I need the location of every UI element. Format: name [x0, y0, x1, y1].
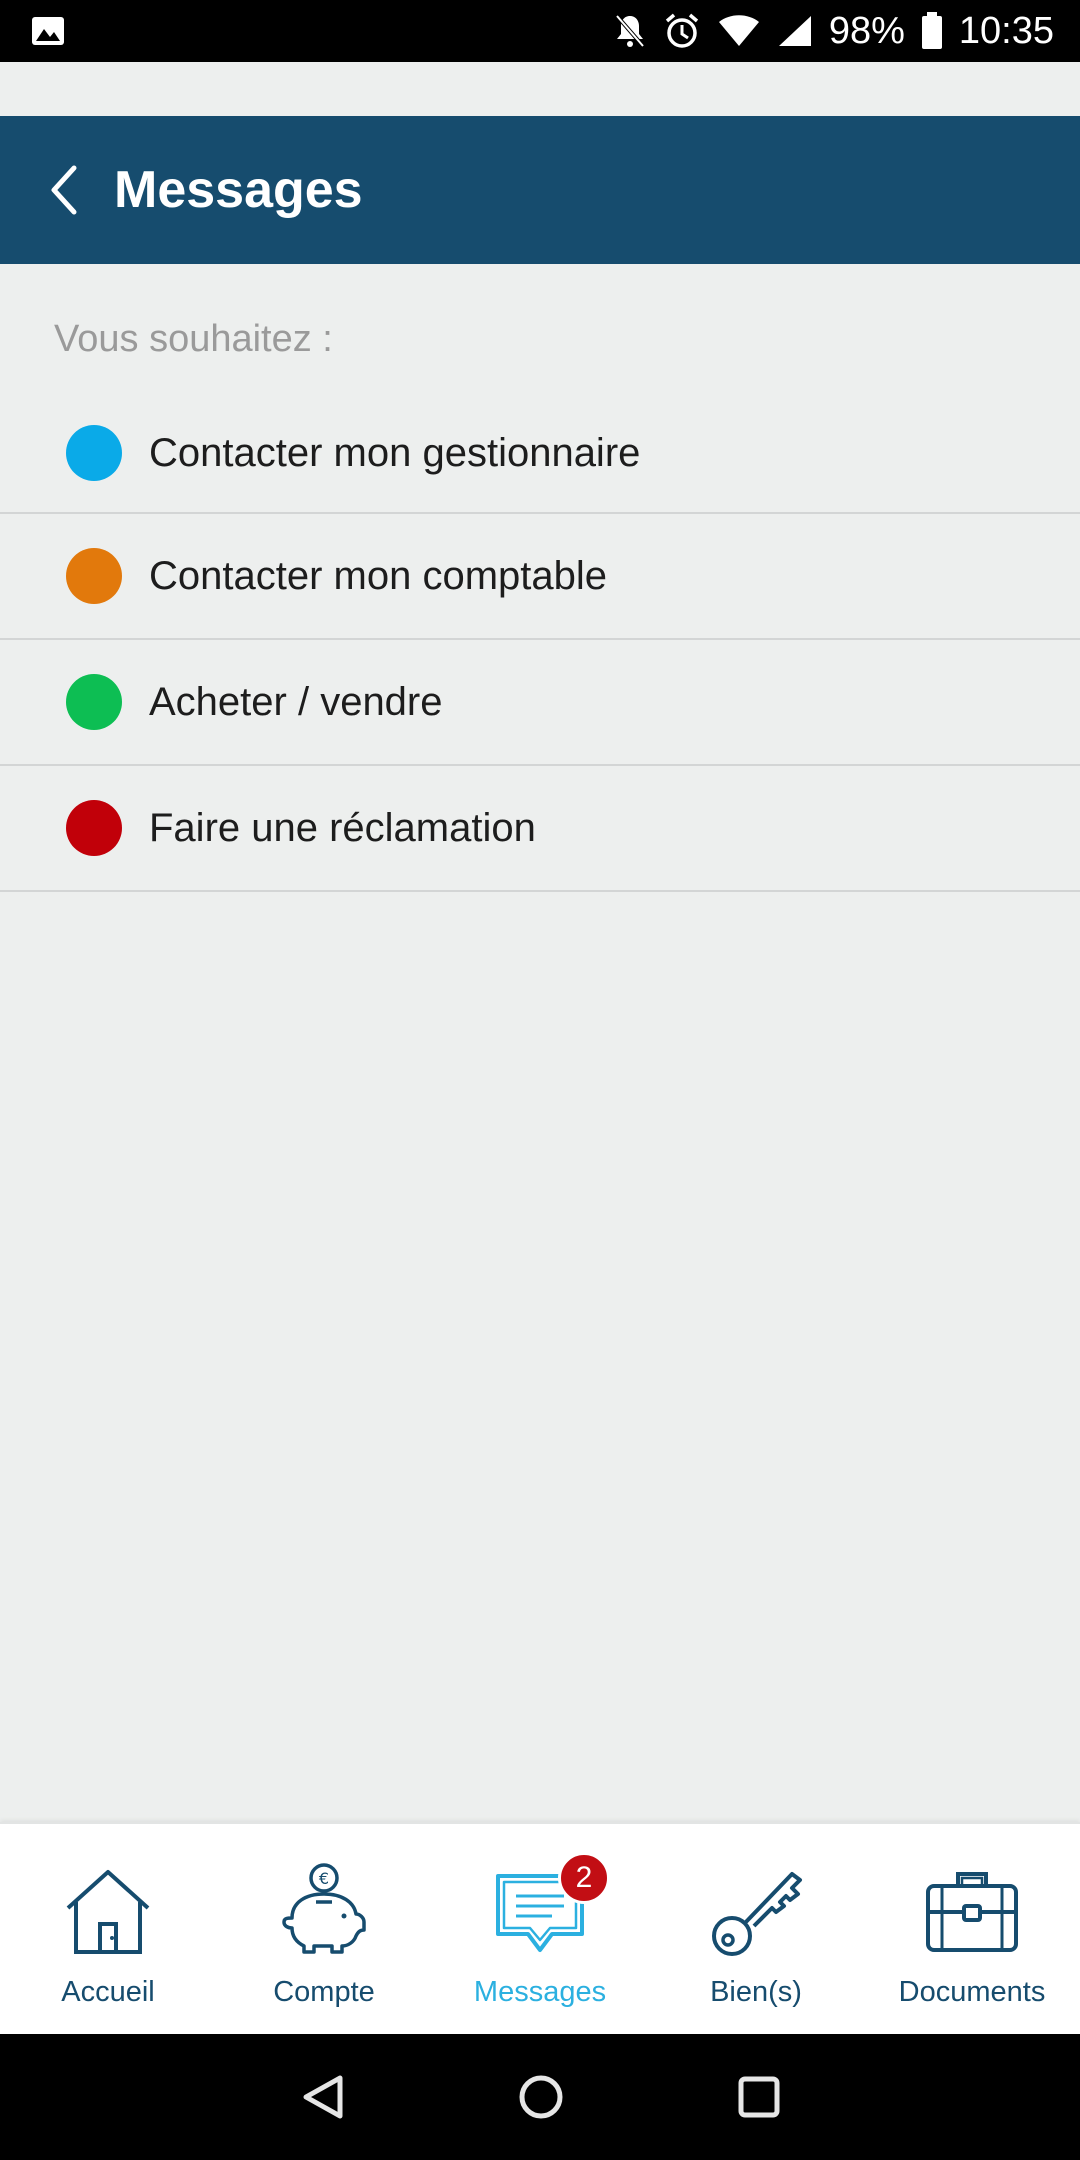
battery-icon [921, 12, 942, 49]
nav-label: Compte [273, 1976, 375, 2008]
nav-item-biens[interactable]: Bien(s) [648, 1824, 864, 2034]
option-buy-sell[interactable]: Acheter / vendre [0, 640, 1080, 766]
orange-dot-icon [66, 548, 122, 604]
option-label: Acheter / vendre [149, 679, 443, 724]
mute-bell-icon [615, 14, 645, 48]
green-dot-icon [66, 674, 122, 730]
back-button[interactable] [14, 116, 114, 264]
battery-percent: 98% [828, 9, 905, 52]
unread-badge: 2 [558, 1852, 610, 1904]
nav-item-documents[interactable]: Documents [864, 1824, 1080, 2034]
prompt-text: Vous souhaitez : [54, 318, 333, 360]
nav-item-messages[interactable]: 2 Messages [432, 1824, 648, 2034]
option-label: Contacter mon comptable [149, 553, 608, 598]
signal-icon [778, 16, 811, 46]
wifi-icon [718, 15, 759, 46]
message-options: Vous souhaitez : Contacter mon gestionna… [0, 264, 1080, 892]
alarm-icon [665, 13, 698, 48]
nav-label: Bien(s) [710, 1976, 802, 2008]
house-icon [66, 1870, 150, 1954]
svg-text:€: € [319, 1869, 329, 1888]
page-title: Messages [114, 161, 363, 219]
option-label: Faire une réclamation [149, 805, 536, 850]
image-notification-icon [32, 17, 64, 45]
system-navigation-bar [0, 2034, 1080, 2160]
option-contact-manager[interactable]: Contacter mon gestionnaire [0, 394, 1080, 514]
nav-label: Documents [898, 1976, 1046, 2008]
briefcase-icon [926, 1872, 1018, 1952]
piggy-bank-icon: € [282, 1863, 366, 1954]
status-bar: 98% 10:35 [0, 0, 1080, 62]
key-icon [712, 1872, 802, 1956]
option-complaint[interactable]: Faire une réclamation [0, 766, 1080, 892]
back-triangle-icon[interactable] [298, 2072, 346, 2122]
blue-dot-icon [66, 425, 122, 481]
option-contact-accountant[interactable]: Contacter mon comptable [0, 514, 1080, 640]
home-circle-icon[interactable] [516, 2072, 566, 2122]
app-bar: Messages [0, 116, 1080, 264]
nav-item-accueil[interactable]: Accueil [0, 1824, 216, 2034]
nav-label: Messages [473, 1976, 607, 2008]
recents-square-icon[interactable] [736, 2074, 782, 2120]
top-spacer [0, 62, 1080, 116]
chevron-left-icon [51, 165, 77, 215]
clock: 10:35 [958, 9, 1054, 52]
option-label: Contacter mon gestionnaire [149, 430, 641, 475]
nav-label: Accueil [61, 1976, 155, 2008]
red-dot-icon [66, 800, 122, 856]
nav-item-compte[interactable]: € Compte [216, 1824, 432, 2034]
bottom-navigation: Accueil € Compte 2 Messages Bien(s) Docu… [0, 1822, 1080, 2034]
